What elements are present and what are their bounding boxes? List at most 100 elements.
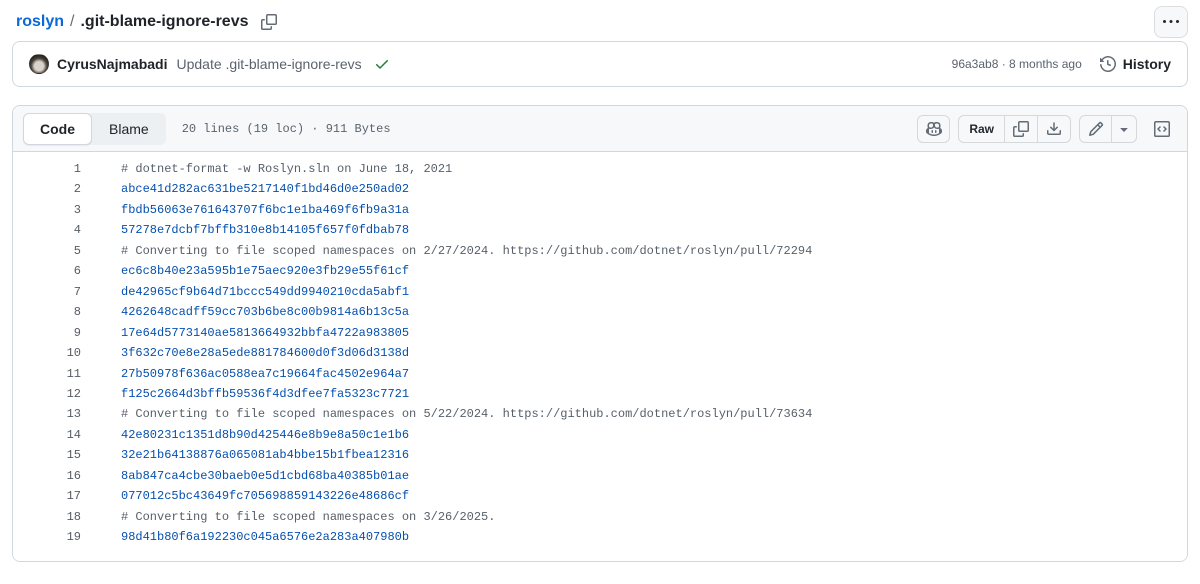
line-content: # Converting to file scoped namespaces o… — [81, 404, 812, 424]
code-line: 17077012c5bc43649fc705698859143226e48686… — [13, 486, 1187, 506]
line-number[interactable]: 16 — [13, 466, 81, 486]
pencil-icon — [1088, 121, 1104, 137]
code-blame-segmented-control: Code Blame — [23, 113, 166, 145]
line-number[interactable]: 11 — [13, 364, 81, 384]
file-toolbar: Code Blame 20 lines (19 loc) · 911 Bytes… — [13, 106, 1187, 152]
code-square-icon — [1154, 121, 1170, 137]
history-icon — [1100, 56, 1116, 72]
commit-author[interactable]: CyrusNajmabadi — [57, 56, 167, 72]
line-content: de42965cf9b64d71bccc549dd9940210cda5abf1 — [81, 282, 409, 302]
checks-status-success-icon[interactable] — [374, 56, 390, 72]
code-line: 84262648cadff59cc703b6be8c00b9814a6b13c5… — [13, 302, 1187, 322]
triangle-down-icon — [1116, 121, 1132, 137]
line-content: 3f632c70e8e28a5ede881784600d0f3d06d3138d — [81, 343, 409, 363]
code-line: 1# dotnet-format -w Roslyn.sln on June 1… — [13, 159, 1187, 179]
code-line: 103f632c70e8e28a5ede881784600d0f3d06d313… — [13, 343, 1187, 363]
line-content: 17e64d5773140ae5813664932bbfa4722a983805 — [81, 323, 409, 343]
line-content: 42e80231c1351d8b90d425446e8b9e8a50c1e1b6 — [81, 425, 409, 445]
code-line: 1532e21b64138876a065081ab4bbe15b1fbea123… — [13, 445, 1187, 465]
line-content: 32e21b64138876a065081ab4bbe15b1fbea12316 — [81, 445, 409, 465]
file-content-box: Code Blame 20 lines (19 loc) · 911 Bytes… — [12, 105, 1188, 562]
raw-copy-download-group: Raw — [958, 115, 1071, 143]
code-lines: 1# dotnet-format -w Roslyn.sln on June 1… — [13, 152, 1187, 561]
file-actions: Raw — [917, 115, 1179, 143]
breadcrumb: roslyn / .git-blame-ignore-revs — [16, 13, 277, 31]
line-content: # dotnet-format -w Roslyn.sln on June 18… — [81, 159, 452, 179]
code-line: 7de42965cf9b64d71bccc549dd9940210cda5abf… — [13, 282, 1187, 302]
line-number[interactable]: 15 — [13, 445, 81, 465]
commit-sha-and-time[interactable]: 96a3ab8 · 8 months ago — [952, 57, 1082, 71]
line-number[interactable]: 17 — [13, 486, 81, 506]
line-content: 27b50978f636ac0588ea7c19664fac4502e964a7 — [81, 364, 409, 384]
line-content: 077012c5bc43649fc705698859143226e48686cf — [81, 486, 409, 506]
raw-button[interactable]: Raw — [958, 115, 1005, 143]
code-line: 6ec6c8b40e23a595b1e75aec920e3fb29e55f61c… — [13, 261, 1187, 281]
line-number[interactable]: 3 — [13, 200, 81, 220]
edit-dropdown-button[interactable] — [1112, 115, 1137, 143]
commit-meta: 96a3ab8 · 8 months ago History — [952, 56, 1171, 72]
code-line: 1998d41b80f6a192230c045a6576e2a283a40798… — [13, 527, 1187, 547]
line-content: 4262648cadff59cc703b6be8c00b9814a6b13c5a — [81, 302, 409, 322]
line-content: 98d41b80f6a192230c045a6576e2a283a407980b — [81, 527, 409, 547]
edit-group — [1079, 115, 1137, 143]
line-content: # Converting to file scoped namespaces o… — [81, 241, 812, 261]
code-line: 12f125c2664d3bffb59536f4d3dfee7fa5323c77… — [13, 384, 1187, 404]
code-line: 457278e7dcbf7bffb310e8b14105f657f0fdbab7… — [13, 220, 1187, 240]
copilot-button[interactable] — [917, 115, 950, 143]
breadcrumb-row: roslyn / .git-blame-ignore-revs — [0, 0, 1200, 41]
line-content: abce41d282ac631be5217140f1bd46d0e250ad02 — [81, 179, 409, 199]
line-number[interactable]: 1 — [13, 159, 81, 179]
line-number[interactable]: 13 — [13, 404, 81, 424]
line-number[interactable]: 10 — [13, 343, 81, 363]
code-line: 1442e80231c1351d8b90d425446e8b9e8a50c1e1… — [13, 425, 1187, 445]
copy-raw-button[interactable] — [1005, 115, 1038, 143]
download-raw-button[interactable] — [1038, 115, 1071, 143]
line-number[interactable]: 19 — [13, 527, 81, 547]
copy-icon — [1013, 121, 1029, 137]
commit-message-link[interactable]: Update .git-blame-ignore-revs — [176, 56, 361, 72]
line-content: # Converting to file scoped namespaces o… — [81, 507, 495, 527]
line-number[interactable]: 4 — [13, 220, 81, 240]
edit-file-button[interactable] — [1079, 115, 1112, 143]
line-content: ec6c8b40e23a595b1e75aec920e3fb29e55f61cf — [81, 261, 409, 281]
line-content: fbdb56063e761643707f6bc1e1ba469f6fb9a31a — [81, 200, 409, 220]
code-line: 13# Converting to file scoped namespaces… — [13, 404, 1187, 424]
line-content: 8ab847ca4cbe30baeb0e5d1cbd68ba40385b01ae — [81, 466, 409, 486]
breadcrumb-repo-link[interactable]: roslyn — [16, 13, 64, 31]
code-line: 5# Converting to file scoped namespaces … — [13, 241, 1187, 261]
line-number[interactable]: 14 — [13, 425, 81, 445]
copy-icon — [261, 14, 277, 30]
copy-path-button[interactable] — [261, 14, 277, 30]
line-number[interactable]: 6 — [13, 261, 81, 281]
history-label: History — [1123, 56, 1171, 72]
more-options-button[interactable] — [1154, 6, 1188, 38]
line-number[interactable]: 2 — [13, 179, 81, 199]
breadcrumb-filename: .git-blame-ignore-revs — [80, 13, 248, 31]
file-view-page: roslyn / .git-blame-ignore-revs CyrusNaj… — [0, 0, 1200, 584]
code-line: 2abce41d282ac631be5217140f1bd46d0e250ad0… — [13, 179, 1187, 199]
line-number[interactable]: 12 — [13, 384, 81, 404]
line-number[interactable]: 18 — [13, 507, 81, 527]
download-icon — [1046, 121, 1062, 137]
code-line: 1127b50978f636ac0588ea7c19664fac4502e964… — [13, 364, 1187, 384]
line-number[interactable]: 5 — [13, 241, 81, 261]
line-number[interactable]: 7 — [13, 282, 81, 302]
line-content: 57278e7dcbf7bffb310e8b14105f657f0fdbab78 — [81, 220, 409, 240]
code-line: 917e64d5773140ae5813664932bbfa4722a98380… — [13, 323, 1187, 343]
code-line: 168ab847ca4cbe30baeb0e5d1cbd68ba40385b01… — [13, 466, 1187, 486]
line-number[interactable]: 8 — [13, 302, 81, 322]
breadcrumb-separator: / — [70, 13, 74, 31]
file-meta-info: 20 lines (19 loc) · 911 Bytes — [182, 122, 391, 136]
avatar[interactable] — [29, 54, 49, 74]
symbols-panel-button[interactable] — [1147, 115, 1177, 143]
kebab-horizontal-icon — [1163, 14, 1179, 30]
history-button[interactable]: History — [1100, 56, 1171, 72]
tab-code[interactable]: Code — [23, 113, 92, 145]
line-number[interactable]: 9 — [13, 323, 81, 343]
line-content: f125c2664d3bffb59536f4d3dfee7fa5323c7721 — [81, 384, 409, 404]
code-line: 18# Converting to file scoped namespaces… — [13, 507, 1187, 527]
tab-blame[interactable]: Blame — [92, 113, 166, 145]
latest-commit-bar: CyrusNajmabadi Update .git-blame-ignore-… — [12, 41, 1188, 87]
code-line: 3fbdb56063e761643707f6bc1e1ba469f6fb9a31… — [13, 200, 1187, 220]
copilot-icon — [926, 121, 942, 137]
